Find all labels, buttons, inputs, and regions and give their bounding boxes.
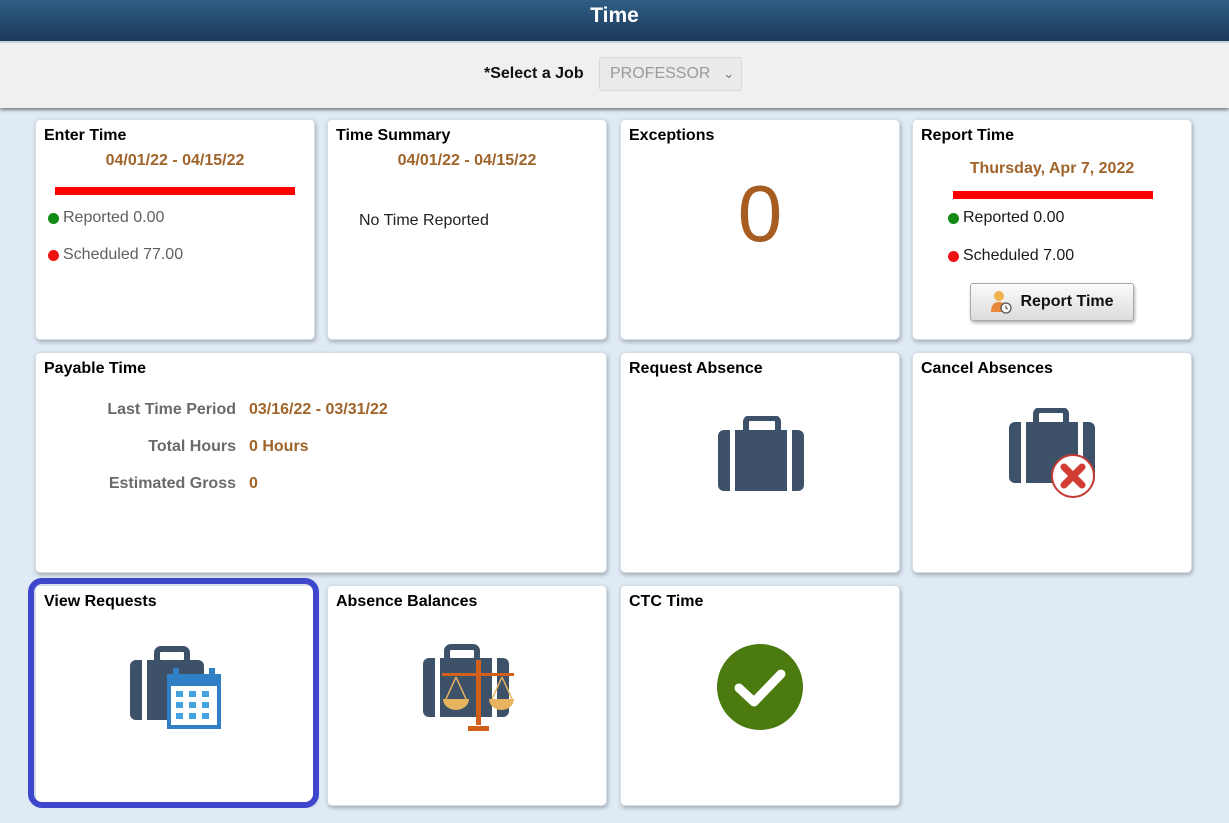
job-select-label: *Select a Job bbox=[484, 65, 584, 82]
progress-bar bbox=[55, 187, 295, 195]
tile-title: CTC Time bbox=[629, 593, 704, 610]
payable-row: Estimated Gross 0 bbox=[36, 475, 258, 493]
tile-time-summary[interactable]: Time Summary 04/01/22 - 04/15/22 No Time… bbox=[327, 119, 607, 340]
reported-status: Reported 0.00 bbox=[48, 209, 164, 227]
job-select-value: PROFESSOR bbox=[610, 65, 711, 82]
person-clock-icon bbox=[991, 291, 1013, 314]
scheduled-status: Scheduled 77.00 bbox=[48, 246, 183, 264]
briefcase-calendar-icon bbox=[130, 646, 221, 729]
job-selector-bar: *Select a Job PROFESSOR ⌄ bbox=[0, 41, 1229, 108]
tile-absence-balances[interactable]: Absence Balances bbox=[327, 585, 607, 806]
progress-bar bbox=[953, 191, 1153, 199]
green-dot-icon bbox=[948, 212, 959, 224]
report-date: Thursday, Apr 7, 2022 bbox=[969, 160, 1135, 177]
tile-title: Enter Time bbox=[44, 127, 127, 144]
page-title: Time bbox=[590, 4, 639, 27]
tile-title: Payable Time bbox=[44, 360, 146, 377]
briefcase-scales-icon bbox=[423, 644, 514, 731]
report-time-button-label: Report Time bbox=[1020, 293, 1114, 310]
payable-label: Estimated Gross bbox=[108, 475, 236, 492]
tile-title: View Requests bbox=[44, 593, 157, 610]
tile-enter-time[interactable]: Enter Time 04/01/22 - 04/15/22 Reported … bbox=[35, 119, 315, 340]
tile-request-absence[interactable]: Request Absence bbox=[620, 352, 900, 573]
tile-report-time[interactable]: Report Time Thursday, Apr 7, 2022 Report… bbox=[912, 119, 1192, 340]
payable-value: 03/16/22 - 03/31/22 bbox=[249, 401, 388, 418]
scheduled-status: Scheduled 7.00 bbox=[948, 247, 1074, 265]
payable-row: Total Hours 0 Hours bbox=[36, 438, 309, 456]
green-dot-icon bbox=[48, 212, 59, 224]
chevron-down-icon: ⌄ bbox=[723, 66, 734, 81]
reported-text: Reported 0.00 bbox=[963, 209, 1065, 226]
page-header: Time bbox=[0, 0, 1229, 41]
briefcase-icon bbox=[718, 416, 804, 491]
reported-text: Reported 0.00 bbox=[63, 209, 165, 226]
checkmark-icon bbox=[717, 644, 803, 730]
period-dates: 04/01/22 - 04/15/22 bbox=[397, 152, 537, 169]
job-select-dropdown[interactable]: PROFESSOR ⌄ bbox=[599, 57, 742, 91]
tile-title: Request Absence bbox=[629, 360, 763, 377]
red-dot-icon bbox=[948, 250, 959, 262]
exception-count: 0 bbox=[737, 169, 783, 258]
tile-title: Time Summary bbox=[336, 127, 451, 144]
payable-value: 0 bbox=[249, 475, 258, 492]
report-time-button[interactable]: Report Time bbox=[970, 283, 1134, 321]
tile-view-requests[interactable]: View Requests bbox=[35, 585, 315, 803]
reported-status: Reported 0.00 bbox=[948, 209, 1064, 227]
tile-title: Report Time bbox=[921, 127, 1015, 144]
red-dot-icon bbox=[48, 249, 59, 261]
tile-payable-time[interactable]: Payable Time Last Time Period 03/16/22 -… bbox=[35, 352, 607, 573]
scheduled-text: Scheduled 77.00 bbox=[63, 246, 184, 263]
payable-value: 0 Hours bbox=[249, 438, 309, 455]
payable-row: Last Time Period 03/16/22 - 03/31/22 bbox=[36, 401, 388, 419]
tile-ctc-time[interactable]: CTC Time bbox=[620, 585, 900, 806]
payable-label: Total Hours bbox=[148, 438, 236, 455]
no-time-message: No Time Reported bbox=[359, 212, 489, 229]
tile-cancel-absences[interactable]: Cancel Absences bbox=[912, 352, 1192, 573]
tile-title: Exceptions bbox=[629, 127, 715, 144]
tile-title: Cancel Absences bbox=[921, 360, 1053, 377]
tile-title: Absence Balances bbox=[336, 593, 478, 610]
scheduled-text: Scheduled 7.00 bbox=[963, 247, 1075, 264]
period-dates: 04/01/22 - 04/15/22 bbox=[105, 152, 245, 169]
payable-label: Last Time Period bbox=[107, 401, 236, 418]
cancel-briefcase-icon bbox=[1009, 408, 1095, 498]
tile-exceptions[interactable]: Exceptions 0 bbox=[620, 119, 900, 340]
